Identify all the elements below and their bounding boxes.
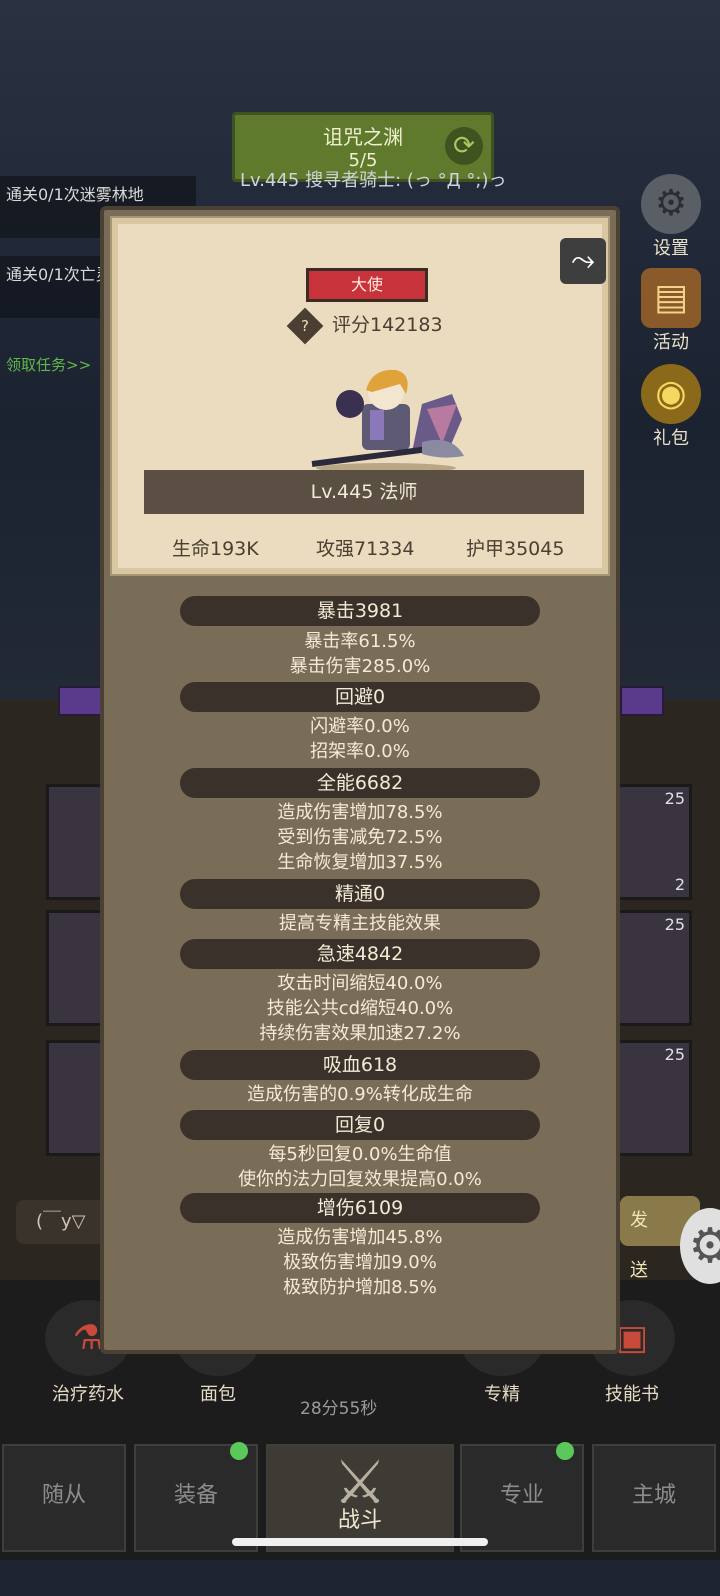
stat-line: 提高专精主技能效果 <box>279 913 441 934</box>
settings-label: 设置 <box>653 238 689 259</box>
stat-header-mastery: 精通0 <box>180 879 540 909</box>
action-label: 专精 <box>484 1384 520 1405</box>
notification-dot <box>556 1442 574 1460</box>
tab-followers[interactable]: 随从 <box>2 1444 126 1552</box>
tab-main-city[interactable]: 主城 <box>592 1444 716 1552</box>
class-level-bar: Lv.445 法师 <box>144 470 584 514</box>
action-label: 面包 <box>200 1384 236 1405</box>
stat-line: 生命恢复增加37.5% <box>277 852 443 873</box>
activity-button[interactable]: ▤ 活动 <box>636 268 706 354</box>
stat-line: 造成伤害增加45.8% <box>277 1227 443 1248</box>
home-indicator[interactable] <box>232 1538 488 1546</box>
stat-header-avoidance: 回避0 <box>180 682 540 712</box>
slot-level: 25 <box>664 915 685 934</box>
stat-line: 极致防护增加8.5% <box>283 1277 437 1298</box>
gear-icon: ⚙ <box>641 174 701 234</box>
chat-input[interactable]: (￣y▽ <box>16 1200 108 1244</box>
slot-level: 25 <box>664 789 685 808</box>
stat-line: 技能公共cd缩短40.0% <box>266 998 454 1019</box>
stat-line: 受到伤害减免72.5% <box>277 827 443 848</box>
stat-line: 暴击率61.5% <box>304 631 416 652</box>
character-stats-modal: ⤳ 大使 ? 评分142183 Lv.445 法师 生命193K 攻强71334 … <box>100 206 620 1354</box>
stat-line: 造成伤害的0.9%转化成生命 <box>247 1084 473 1105</box>
activity-icon: ▤ <box>641 268 701 328</box>
stat-line: 闪避率0.0% <box>310 716 410 737</box>
stat-line: 极致伤害增加9.0% <box>283 1252 437 1273</box>
tab-label: 主城 <box>631 1483 676 1508</box>
stat-header-regen: 回复0 <box>180 1110 540 1140</box>
stat-line: 使你的法力回复效果提高0.0% <box>238 1169 482 1190</box>
title-badge: 大使 <box>306 268 428 302</box>
armor-stat: 护甲35045 <box>466 538 565 560</box>
claim-quest-link[interactable]: 领取任务>> <box>6 354 91 375</box>
slot-count: 2 <box>674 875 685 894</box>
gift-button[interactable]: ◉ 礼包 <box>636 364 706 450</box>
crossed-swords-icon: ⚔ <box>333 1448 387 1518</box>
stat-header-crit: 暴击3981 <box>180 596 540 626</box>
gift-label: 礼包 <box>653 428 689 449</box>
stat-line: 攻击时间缩短40.0% <box>277 973 443 994</box>
share-button[interactable]: ⤳ <box>560 238 606 284</box>
stat-header-lifesteal: 吸血618 <box>180 1050 540 1080</box>
stat-line: 暴击伤害285.0% <box>289 656 431 677</box>
tab-label: 随从 <box>41 1483 86 1508</box>
stat-line: 每5秒回复0.0%生命值 <box>268 1144 452 1165</box>
stat-header-haste: 急速4842 <box>180 939 540 969</box>
hp-stat: 生命193K <box>172 538 259 560</box>
stat-header-versatility: 全能6682 <box>180 768 540 798</box>
settings-button[interactable]: ⚙ 设置 <box>636 174 706 260</box>
notification-dot <box>230 1442 248 1460</box>
help-icon[interactable]: ? <box>286 307 324 344</box>
tab-battle[interactable]: ⚔ 战斗 <box>266 1444 454 1552</box>
stat-line: 造成伤害增加78.5% <box>277 802 443 823</box>
gift-icon: ◉ <box>641 364 701 424</box>
share-icon: ⤳ <box>571 243 595 278</box>
stat-header-damage-bonus: 增伤6109 <box>180 1193 540 1223</box>
stat-line: 持续伤害效果加速27.2% <box>259 1023 461 1044</box>
score-line: ? 评分142183 <box>286 307 443 344</box>
activity-label: 活动 <box>653 332 689 353</box>
refresh-icon[interactable]: ⟳ <box>445 127 483 165</box>
tab-label: 专业 <box>499 1483 544 1508</box>
slot-level: 25 <box>664 1045 685 1064</box>
stat-line: 招架率0.0% <box>310 741 410 762</box>
action-label: 治疗药水 <box>52 1384 124 1405</box>
countdown-timer: 28分55秒 <box>300 1399 378 1419</box>
score-text: 评分142183 <box>332 314 443 336</box>
tab-label: 装备 <box>173 1483 218 1508</box>
tab-equipment[interactable]: 装备 <box>134 1442 258 1552</box>
hero-title-line: Lv.445 搜寻者骑士: (っ °Д °;)っ <box>240 170 507 191</box>
tab-profession[interactable]: 专业 <box>460 1442 584 1552</box>
equipment-slot[interactable]: 25 <box>614 910 692 1026</box>
hero-portrait <box>311 369 464 473</box>
action-label: 技能书 <box>605 1384 659 1405</box>
progress-bar <box>620 686 664 716</box>
equipment-slot[interactable]: 25 <box>614 1040 692 1156</box>
character-card: ⤳ 大使 ? 评分142183 Lv.445 法师 生命193K 攻强71334 … <box>110 216 610 576</box>
equipment-slot[interactable]: 25 2 <box>614 784 692 900</box>
attack-stat: 攻强71334 <box>316 538 415 560</box>
